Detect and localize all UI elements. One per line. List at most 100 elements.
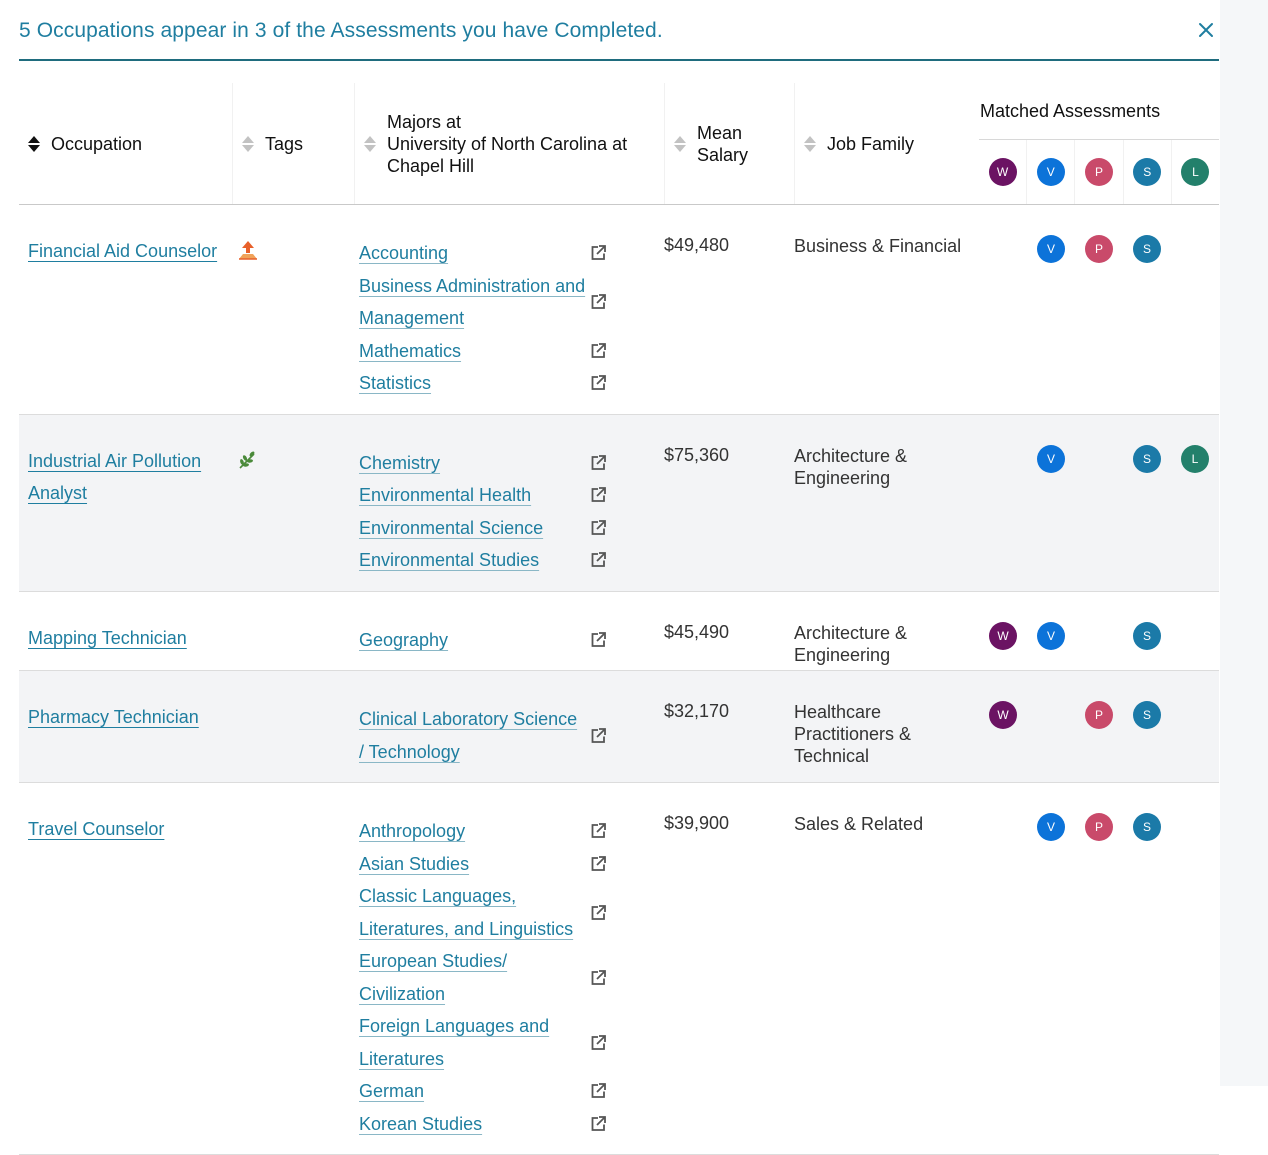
assessment-legend: W V P S L [979, 139, 1219, 204]
occupations-modal: 5 Occupations appear in 3 of the Assessm… [19, 0, 1219, 1155]
external-link-icon[interactable] [589, 244, 607, 262]
major-link[interactable]: Chemistry [359, 447, 587, 480]
external-link-icon[interactable] [589, 551, 607, 569]
external-link-icon[interactable] [589, 855, 607, 873]
assessment-badge-w[interactable]: W [989, 621, 1017, 650]
close-button[interactable] [1195, 19, 1217, 41]
occupation-link[interactable]: Financial Aid Counselor [28, 241, 217, 261]
assessment-badge-v[interactable]: V [1037, 444, 1065, 473]
assessment-badge-s[interactable]: S [1133, 621, 1161, 650]
assessment-badge-s[interactable]: S [1133, 701, 1161, 729]
major-item: Accounting [359, 237, 607, 270]
major-link[interactable]: Clinical Laboratory Science / Technology [359, 703, 587, 768]
assessment-badge-p[interactable]: P [1085, 813, 1113, 841]
column-header-job-family[interactable]: Job Family [794, 83, 979, 205]
major-link[interactable]: Asian Studies [359, 848, 587, 881]
assessment-badge-v[interactable]: V [1036, 157, 1065, 186]
assessment-badge-l[interactable]: L [1181, 444, 1209, 473]
assessment-badge-w[interactable]: W [989, 701, 1017, 729]
major-item: Foreign Languages and Literatures [359, 1010, 607, 1075]
major-link[interactable]: Anthropology [359, 815, 587, 848]
tags-cell [232, 591, 354, 671]
assessment-badge-v[interactable]: V [1037, 621, 1065, 650]
assessment-badge-p[interactable]: P [1085, 235, 1113, 263]
major-item: Geography [359, 624, 607, 657]
job-family-cell: Sales & Related [794, 814, 924, 834]
sort-icon [363, 135, 377, 152]
assessment-badge-p[interactable]: P [1085, 157, 1113, 186]
sort-icon [241, 135, 255, 152]
column-header-occupation[interactable]: Occupation [19, 83, 232, 205]
major-link[interactable]: Statistics [359, 367, 587, 400]
occupation-link[interactable]: Travel Counselor [28, 819, 164, 839]
table-row: Mapping Technician Geography $45,490 Arc… [19, 591, 1219, 671]
major-item: Chemistry [359, 447, 607, 480]
majors-cell: Accounting Business Administration and Ma… [354, 205, 664, 415]
major-item: Clinical Laboratory Science / Technology [359, 703, 607, 768]
major-item: Anthropology [359, 815, 607, 848]
external-link-icon[interactable] [589, 822, 607, 840]
salary-cell: $49,480 [664, 235, 730, 255]
major-link[interactable]: Accounting [359, 237, 587, 270]
major-link[interactable]: Environmental Science [359, 512, 587, 545]
major-link[interactable]: Geography [359, 624, 587, 657]
major-link[interactable]: Classic Languages, Literatures, and Ling… [359, 880, 587, 945]
close-icon [1199, 22, 1213, 37]
major-item: Mathematics [359, 335, 607, 368]
green-leaf-icon [239, 451, 255, 469]
external-link-icon[interactable] [589, 293, 607, 311]
assessment-badge-s[interactable]: S [1133, 813, 1161, 841]
major-item: Korean Studies [359, 1108, 607, 1141]
sort-icon [803, 135, 817, 152]
column-header-tags[interactable]: Tags [232, 83, 354, 205]
occupation-link[interactable]: Pharmacy Technician [28, 707, 199, 727]
major-link[interactable]: European Studies/ Civilization [359, 945, 587, 1010]
matched-assessments-cell: WV S [979, 591, 1219, 671]
column-header-salary[interactable]: Mean Salary [664, 83, 794, 205]
assessment-badge-v[interactable]: V [1037, 235, 1065, 263]
external-link-icon[interactable] [589, 486, 607, 504]
external-link-icon[interactable] [589, 904, 607, 922]
major-link[interactable]: Business Administration and Management [359, 270, 587, 335]
majors-cell: Anthropology Asian Studies Classic Languag… [354, 783, 664, 1155]
assessment-badge-w[interactable]: W [988, 157, 1017, 186]
external-link-icon[interactable] [589, 342, 607, 360]
assessment-badge-s[interactable]: S [1133, 157, 1162, 186]
major-link[interactable]: Korean Studies [359, 1108, 587, 1141]
modal-header: 5 Occupations appear in 3 of the Assessm… [19, 0, 1219, 61]
major-link[interactable]: Environmental Health [359, 479, 587, 512]
assessment-badge-s[interactable]: S [1133, 444, 1161, 473]
major-item: Classic Languages, Literatures, and Ling… [359, 880, 607, 945]
sort-icon [27, 135, 41, 152]
matched-assessments-cell: W PS [979, 671, 1219, 783]
external-link-icon[interactable] [589, 631, 607, 649]
tags-cell [232, 783, 354, 1155]
external-link-icon[interactable] [589, 454, 607, 472]
external-link-icon[interactable] [589, 519, 607, 537]
sort-icon [673, 135, 687, 152]
occupations-table: Occupation Tags Majors at University of … [19, 83, 1219, 1155]
external-link-icon[interactable] [589, 374, 607, 392]
assessment-badge-p[interactable]: P [1085, 701, 1113, 729]
external-link-icon[interactable] [589, 1082, 607, 1100]
assessment-badge-l[interactable]: L [1181, 157, 1210, 186]
external-link-icon[interactable] [589, 1115, 607, 1133]
external-link-icon[interactable] [589, 969, 607, 987]
occupation-link[interactable]: Industrial Air Pollution Analyst [28, 451, 201, 503]
job-family-cell: Architecture & Engineering [794, 445, 908, 488]
salary-cell: $32,170 [664, 701, 730, 721]
occupation-link[interactable]: Mapping Technician [28, 628, 187, 648]
external-link-icon[interactable] [589, 727, 607, 745]
major-link[interactable]: German [359, 1075, 587, 1108]
job-family-cell: Business & Financial [794, 236, 962, 256]
external-link-icon[interactable] [589, 1034, 607, 1052]
major-item: Business Administration and Management [359, 270, 607, 335]
major-link[interactable]: Foreign Languages and Literatures [359, 1010, 587, 1075]
assessment-badge-s[interactable]: S [1133, 235, 1161, 263]
majors-cell: Chemistry Environmental Health Environment… [354, 414, 664, 591]
column-header-majors[interactable]: Majors at University of North Carolina a… [354, 83, 664, 205]
major-link[interactable]: Environmental Studies [359, 544, 587, 577]
assessment-badge-v[interactable]: V [1037, 813, 1065, 841]
major-link[interactable]: Mathematics [359, 335, 587, 368]
matched-assessments-cell: VPS [979, 205, 1219, 415]
